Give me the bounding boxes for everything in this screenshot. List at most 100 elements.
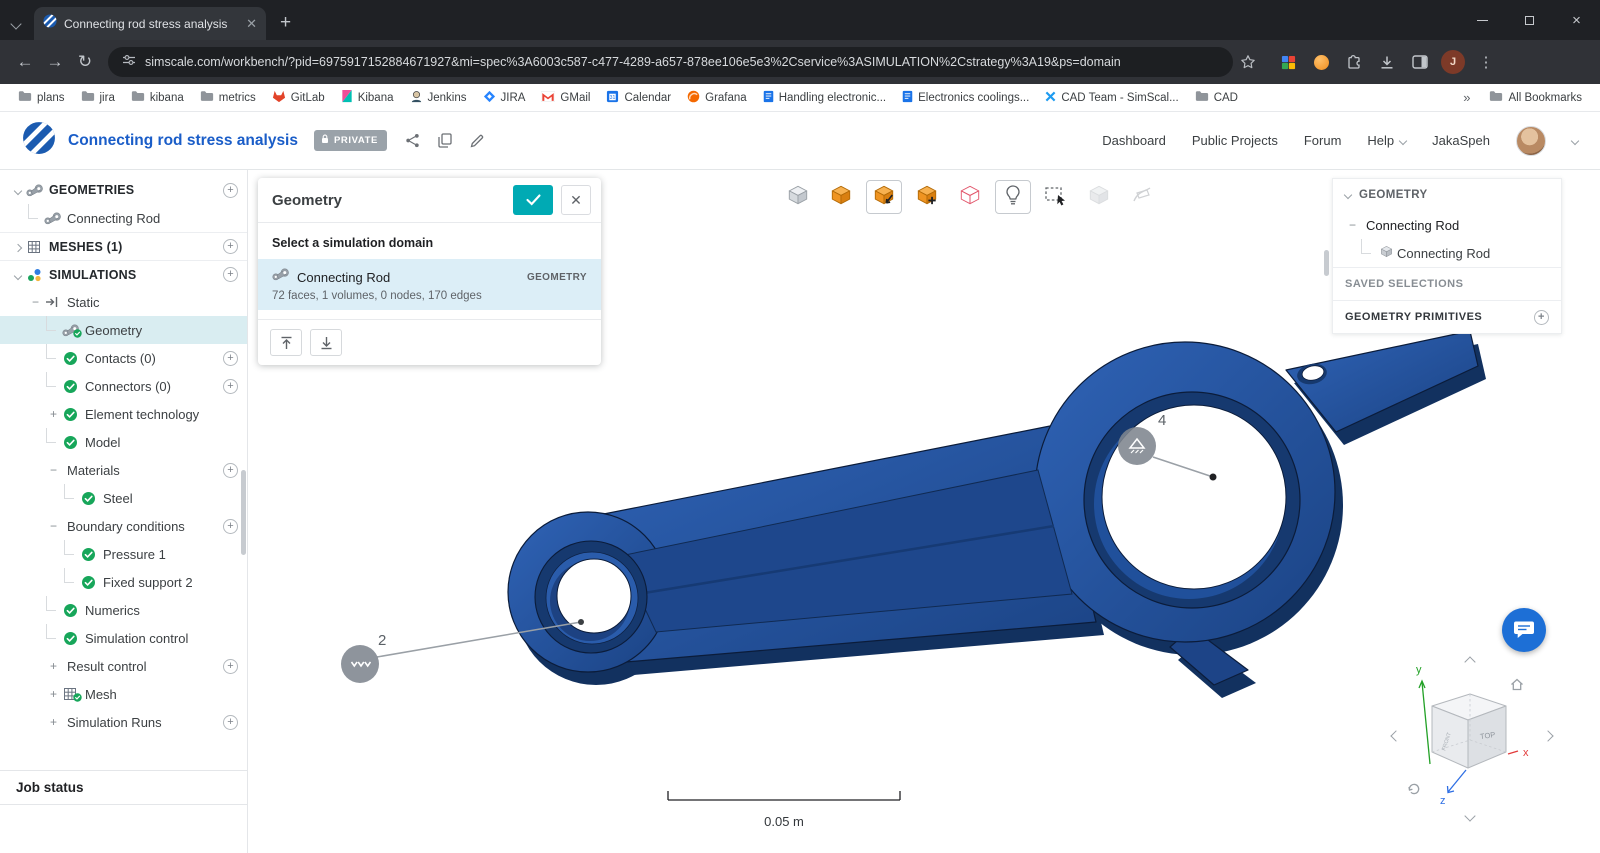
navigation-cube[interactable]: TOP FRONT y x z [1384,648,1560,834]
tree-item-geometries[interactable]: GEOMETRIES+ [0,176,247,204]
add-button[interactable]: + [223,239,238,254]
all-bookmarks-button[interactable]: All Bookmarks [1481,90,1591,105]
tree-item-fixed-support-2[interactable]: Fixed support 2 [0,568,247,596]
domain-list-item[interactable]: Connecting Rod GEOMETRY 72 faces, 1 volu… [258,259,601,310]
new-tab-button[interactable]: + [280,13,291,32]
expand-toggle[interactable]: − [46,464,61,476]
bookmark-gitlab[interactable]: GitLab [264,87,333,109]
bookmark-jira[interactable]: JIRA [475,87,534,109]
tree-item-element-technology[interactable]: +Element technology [0,400,247,428]
right-panel-child-connecting-rod[interactable]: Connecting Rod [1333,239,1561,267]
expand-toggle[interactable]: − [28,296,43,308]
bookmark-cad-team-simscal[interactable]: CAD Team - SimScal... [1037,88,1186,108]
back-icon[interactable]: ← [10,47,40,77]
forward-icon[interactable]: → [40,47,70,77]
right-panel-item-connecting-rod[interactable]: − Connecting Rod [1333,211,1561,239]
fixed-support-marker[interactable] [1118,427,1156,465]
add-button[interactable]: + [223,715,238,730]
add-button[interactable]: + [223,519,238,534]
username[interactable]: JakaSpeh [1432,133,1490,148]
add-button[interactable]: + [223,183,238,198]
maximize-button[interactable] [1506,0,1553,40]
tree-item-steel[interactable]: Steel [0,484,247,512]
apply-button[interactable] [513,185,553,215]
tree-item-contacts-0[interactable]: Contacts (0)+ [0,344,247,372]
show-all-bodies-button[interactable] [823,180,859,214]
close-button[interactable]: × [1553,0,1600,40]
bookmarks-overflow-icon[interactable]: » [1453,90,1480,105]
upload-geometry-button[interactable] [270,329,302,356]
extension-orange-icon[interactable] [1306,47,1336,77]
add-button[interactable]: + [223,659,238,674]
invert-visibility-button[interactable] [952,180,988,214]
minimize-button[interactable] [1459,0,1506,40]
tree-item-model[interactable]: Model [0,428,247,456]
share-icon[interactable] [405,133,420,148]
expand-toggle[interactable]: − [46,520,61,532]
extension-pinwheel-icon[interactable] [1273,47,1303,77]
profile-avatar[interactable]: J [1438,47,1468,77]
expand-chevron-icon[interactable] [10,184,25,196]
add-primitive-button[interactable]: + [1534,310,1549,325]
perspective-cube-button[interactable] [780,180,816,214]
tree-item-connecting-rod[interactable]: Connecting Rod [0,204,247,232]
rename-pencil-icon[interactable] [470,134,484,148]
saved-selections-section[interactable]: SAVED SELECTIONS [1333,267,1561,300]
highlight-selection-button[interactable] [995,180,1031,214]
rotate-ccw-button[interactable] [1406,780,1421,800]
nav-public-projects[interactable]: Public Projects [1192,133,1278,148]
bookmark-metrics[interactable]: metrics [192,87,264,108]
bookmark-plans[interactable]: plans [10,87,73,108]
tree-item-geometry[interactable]: Geometry [0,316,247,344]
bookmark-grafana[interactable]: Grafana [679,87,755,109]
tree-item-result-control[interactable]: +Result control+ [0,652,247,680]
add-button[interactable]: + [223,379,238,394]
box-select-button[interactable] [1038,180,1074,214]
bookmark-handling-electronic[interactable]: Handling electronic... [755,87,894,109]
nav-help[interactable]: Help [1367,133,1406,148]
expand-chevron-icon[interactable] [10,269,25,281]
job-status-header[interactable]: Job status [0,770,247,805]
bookmark-star-icon[interactable] [1233,47,1263,77]
expand-toggle[interactable]: + [46,408,61,420]
bookmark-gmail[interactable]: GMail [533,88,598,108]
extensions-puzzle-icon[interactable] [1339,47,1369,77]
downloads-icon[interactable] [1372,47,1402,77]
right-panel-section-geometry[interactable]: GEOMETRY [1333,179,1561,211]
tree-item-pressure-1[interactable]: Pressure 1 [0,540,247,568]
nav-forum[interactable]: Forum [1304,133,1342,148]
tree-item-simulation-control[interactable]: Simulation control [0,624,247,652]
expand-chevron-icon[interactable] [10,241,25,253]
pressure-marker[interactable] [341,645,379,683]
show-selected-body-button[interactable] [909,180,945,214]
close-panel-button[interactable]: ✕ [561,185,591,215]
tree-item-simulation-runs[interactable]: +Simulation Runs+ [0,708,247,736]
add-button[interactable]: + [223,267,238,282]
tab-search-chevron-icon[interactable] [12,15,20,33]
site-settings-icon[interactable] [122,53,136,71]
home-view-button[interactable] [1510,678,1524,696]
tab-close-icon[interactable]: ✕ [246,17,257,30]
sidebar-scrollbar[interactable] [241,470,246,555]
copy-icon[interactable] [438,133,452,148]
expand-toggle[interactable]: + [46,716,61,728]
bookmark-calendar[interactable]: 31Calendar [598,87,679,109]
tree-item-connectors-0[interactable]: Connectors (0)+ [0,372,247,400]
nav-dashboard[interactable]: Dashboard [1102,133,1166,148]
tree-item-meshes-1[interactable]: MESHES (1)+ [0,232,247,260]
support-chat-button[interactable] [1502,608,1546,652]
bookmark-jira[interactable]: jira [73,87,123,108]
side-panel-icon[interactable] [1405,47,1435,77]
bookmark-kibana[interactable]: kibana [123,87,192,108]
user-avatar[interactable] [1516,126,1546,156]
bookmark-kibana[interactable]: Kibana [333,87,402,109]
download-geometry-button[interactable] [310,329,342,356]
expand-toggle[interactable]: + [46,660,61,672]
viewport-scrollbar[interactable] [1324,250,1329,276]
tree-item-boundary-conditions[interactable]: −Boundary conditions+ [0,512,247,540]
geometry-primitives-section[interactable]: GEOMETRY PRIMITIVES + [1333,300,1561,333]
user-menu-chevron-icon[interactable] [1571,136,1579,144]
tree-item-mesh[interactable]: +Mesh [0,680,247,708]
tree-item-numerics[interactable]: Numerics [0,596,247,624]
collapse-toggle[interactable]: − [1345,219,1360,231]
